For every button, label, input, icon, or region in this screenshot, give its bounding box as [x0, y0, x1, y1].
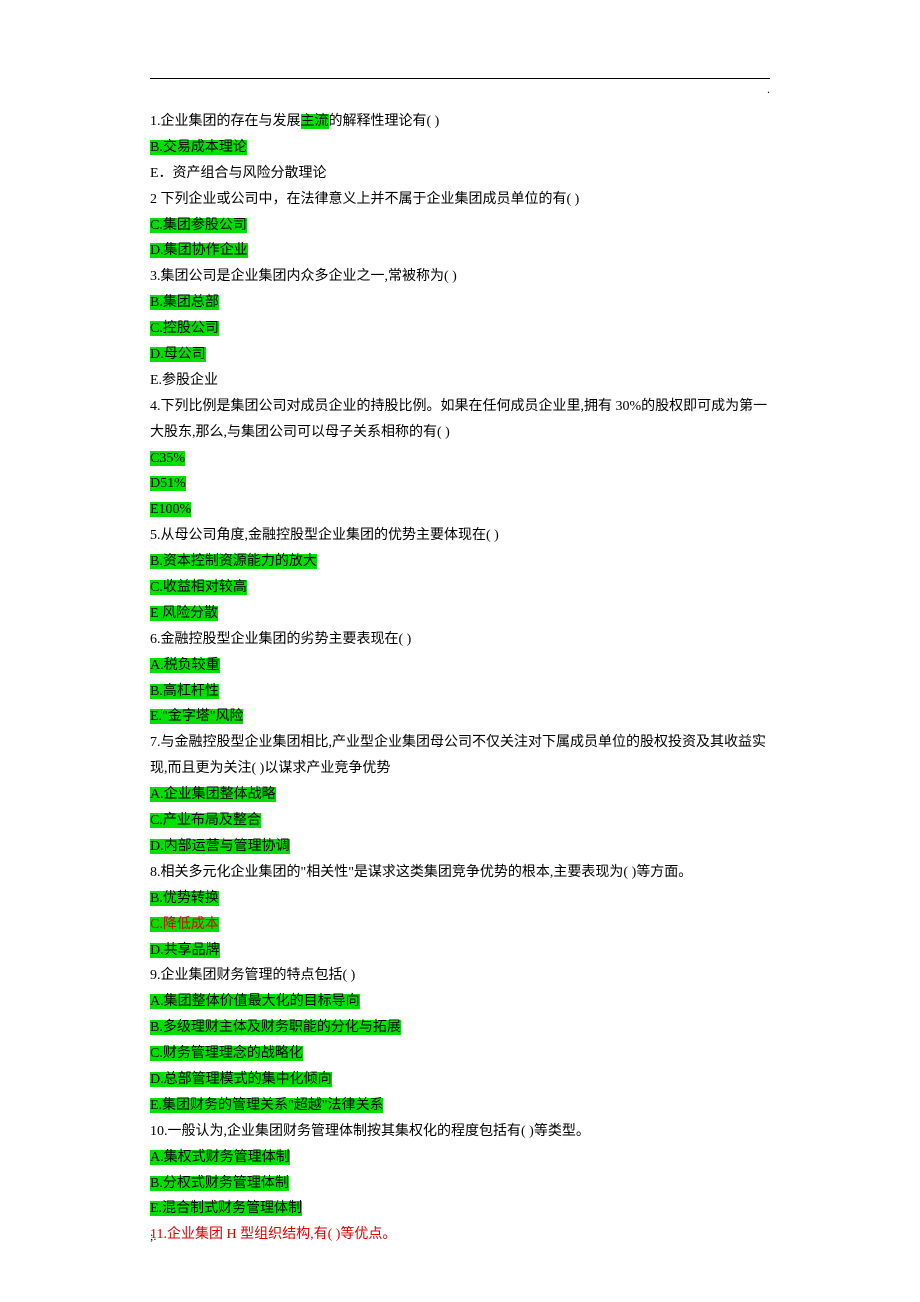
text-line: B.分权式财务管理体制	[150, 1171, 770, 1197]
highlighted-answer: D.内部运营与管理协调	[150, 839, 290, 854]
highlighted-answer: A.集团整体价值最大化的目标导向	[150, 994, 360, 1009]
text-line: C.降低成本	[150, 912, 770, 938]
highlighted-answer: C.产业布局及整合	[150, 813, 261, 828]
highlighted-answer: C.收益相对较高	[150, 580, 247, 595]
highlighted-answer: E.混合制式财务管理体制	[150, 1201, 302, 1216]
highlighted-answer: E.集团财务的管理关系"超越"法律关系	[150, 1098, 383, 1113]
text-line: D.总部管理模式的集中化倾向	[150, 1067, 770, 1093]
text-line: E 风险分散	[150, 601, 770, 627]
highlighted-answer: B.优势转换	[150, 891, 219, 906]
text-line: A.集权式财务管理体制	[150, 1145, 770, 1171]
text-line: E.集团财务的管理关系"超越"法律关系	[150, 1093, 770, 1119]
highlighted-answer: C35%	[150, 451, 185, 466]
text-line: E.参股企业	[150, 368, 770, 394]
highlighted-answer: C.财务管理理念的战略化	[150, 1046, 303, 1061]
highlighted-answer: A.集权式财务管理体制	[150, 1150, 290, 1165]
highlighted-answer: E."金字塔"风险	[150, 709, 243, 724]
text-line: B.集团总部	[150, 290, 770, 316]
text-line: 9.企业集团财务管理的特点包括( )	[150, 963, 770, 989]
text-line: A.企业集团整体战略	[150, 782, 770, 808]
text-line: C.财务管理理念的战略化	[150, 1041, 770, 1067]
document-page: . 1.企业集团的存在与发展主流的解释性理论有( ) B.交易成本理论 E．资产组合…	[0, 0, 920, 1302]
footer-mark: ;.	[150, 1225, 156, 1247]
highlighted-answer: B.集团总部	[150, 295, 219, 310]
text-line: D.集团协作企业	[150, 238, 770, 264]
text-line: 6.金融控股型企业集团的劣势主要表现在( )	[150, 627, 770, 653]
text-line: B.高杠杆性	[150, 679, 770, 705]
highlighted-answer: D.母公司	[150, 347, 206, 362]
text-line: A.集团整体价值最大化的目标导向	[150, 989, 770, 1015]
highlighted-answer: C.集团参股公司	[150, 218, 247, 233]
highlighted-answer: D.总部管理模式的集中化倾向	[150, 1072, 332, 1087]
highlighted-answer: B.资本控制资源能力的放大	[150, 554, 317, 569]
text-line: D.共享品牌	[150, 938, 770, 964]
text-line: C35%	[150, 446, 770, 472]
highlighted-answer: B.多级理财主体及财务职能的分化与拓展	[150, 1020, 401, 1035]
highlighted-answer: E 风险分散	[150, 606, 218, 621]
text-line: 1.企业集团的存在与发展主流的解释性理论有( )	[150, 109, 770, 135]
text-line: E．资产组合与风险分散理论	[150, 161, 770, 187]
highlighted-answer: A.企业集团整体战略	[150, 787, 276, 802]
highlighted-answer: B.分权式财务管理体制	[150, 1176, 289, 1191]
text-line: C.控股公司	[150, 316, 770, 342]
text-line: 4.下列比例是集团公司对成员企业的持股比例。如果在任何成员企业里,拥有 30%的…	[150, 394, 770, 446]
text-line: 8.相关多元化企业集团的"相关性"是谋求这类集团竞争优势的根本,主要表现为( )…	[150, 860, 770, 886]
text-line: C.集团参股公司	[150, 213, 770, 239]
header-dot: .	[767, 78, 770, 100]
text-line: B.交易成本理论	[150, 135, 770, 161]
text-line: B.资本控制资源能力的放大	[150, 549, 770, 575]
text-line: E100%	[150, 497, 770, 523]
text-line: D.内部运营与管理协调	[150, 834, 770, 860]
highlighted-fragment: 主流	[301, 114, 329, 129]
highlighted-answer: A.税负较重	[150, 658, 220, 673]
text-line: D.母公司	[150, 342, 770, 368]
text-line: D51%	[150, 471, 770, 497]
highlighted-answer: C.控股公司	[150, 321, 219, 336]
text-line: E.混合制式财务管理体制	[150, 1196, 770, 1222]
highlighted-answer: B.交易成本理论	[150, 140, 247, 155]
highlighted-answer: D.集团协作企业	[150, 243, 248, 258]
text-line: E."金字塔"风险	[150, 704, 770, 730]
highlighted-answer: E100%	[150, 502, 191, 517]
text-line: A.税负较重	[150, 653, 770, 679]
text-fragment: 的解释性理论有( )	[329, 114, 440, 129]
text-line: 7.与金融控股型企业集团相比,产业型企业集团母公司不仅关注对下属成员单位的股权投…	[150, 730, 770, 782]
highlighted-answer: D51%	[150, 476, 186, 491]
text-line: 5.从母公司角度,金融控股型企业集团的优势主要体现在( )	[150, 523, 770, 549]
highlighted-answer-red: C.降低成本	[150, 917, 219, 932]
text-line: 11.企业集团 H 型组织结构,有( )等优点。	[150, 1222, 770, 1248]
red-text: 11.企业集团 H 型组织结构,有( )等优点。	[150, 1227, 396, 1242]
highlighted-answer: D.共享品牌	[150, 943, 220, 958]
document-body: 1.企业集团的存在与发展主流的解释性理论有( ) B.交易成本理论 E．资产组合与风…	[150, 109, 770, 1248]
text-fragment: 1.企业集团的存在与发展	[150, 114, 301, 129]
header-rule	[150, 78, 770, 79]
text-line: 2 下列企业或公司中，在法律意义上并不属于企业集团成员单位的有( )	[150, 187, 770, 213]
text-line: B.优势转换	[150, 886, 770, 912]
text-line: 10.一般认为,企业集团财务管理体制按其集权化的程度包括有( )等类型。	[150, 1119, 770, 1145]
text-line: 3.集团公司是企业集团内众多企业之一,常被称为( )	[150, 264, 770, 290]
text-line: B.多级理财主体及财务职能的分化与拓展	[150, 1015, 770, 1041]
highlighted-answer: B.高杠杆性	[150, 684, 219, 699]
text-line: C.产业布局及整合	[150, 808, 770, 834]
text-line: C.收益相对较高	[150, 575, 770, 601]
